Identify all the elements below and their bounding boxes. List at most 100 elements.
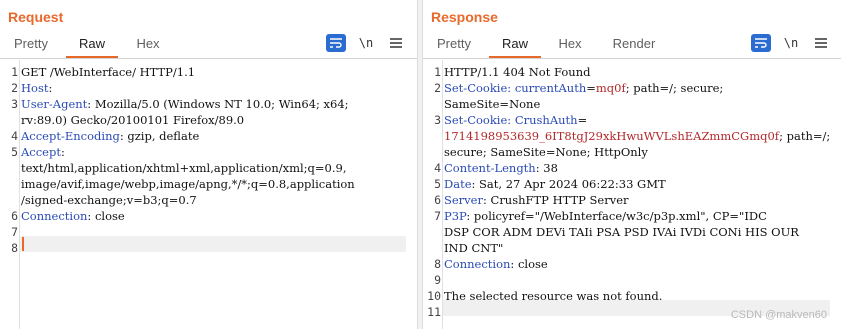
response-menu-button[interactable] [811, 34, 831, 52]
response-line-number: 2 [434, 81, 441, 95]
response-toolbar: \n [751, 34, 833, 52]
hamburger-icon [815, 38, 827, 48]
cookie-value: 1714198953639_6IT8tgJ29xkHwuWVLshEAZmmCG… [444, 129, 780, 143]
hamburger-icon [390, 38, 402, 48]
response-line-text: HTTP/1.1 404 Not Found [444, 64, 829, 80]
response-line: 2 Set-Cookie: currentAuth=mq0f; path=/; s… [423, 80, 829, 96]
header-value: image/avif,image/webp,image/apng,*/*;q=0… [21, 177, 355, 191]
header-value: SameSite=None [444, 97, 541, 111]
response-line-text: Server: CrushFTP HTTP Server [444, 192, 829, 208]
response-line-number: 10 [427, 289, 441, 303]
request-line: image/avif,image/webp,image/apng,*/*;q=0… [0, 176, 405, 192]
response-line-number: 6 [434, 193, 441, 207]
response-line-text: Set-Cookie: CrushAuth= [444, 112, 829, 128]
response-editor[interactable]: 1 HTTP/1.1 404 Not Found 2 Set-Cookie: curr… [423, 60, 841, 329]
word-wrap-button[interactable] [751, 34, 771, 52]
request-line-number: 5 [11, 145, 18, 159]
wrap-icon [755, 38, 767, 48]
header-value: DSP COR ADM DEVi TAIi PSA PSD IVAi IVDi … [444, 225, 799, 239]
response-line: 10 The selected resource was not found. [423, 288, 829, 304]
request-editor[interactable]: 1 GET /WebInterface/ HTTP/1.1 2 Host: 3 User-… [0, 60, 417, 329]
header-value: : policyref="/WebInterface/w3c/p3p.xml",… [466, 209, 767, 223]
cookie-name: : CrushAuth [507, 113, 578, 127]
response-line-text: 1714198953639_6IT8tgJ29xkHwuWVLshEAZmmCG… [444, 128, 829, 144]
request-toolbar: \n [326, 34, 406, 52]
header-value: : [48, 81, 53, 95]
response-tab-render[interactable]: Render [603, 33, 665, 58]
response-line-number: 5 [434, 177, 441, 191]
response-line-number: 11 [427, 305, 441, 319]
request-tab-hex[interactable]: Hex [126, 33, 170, 58]
request-line: 2 Host: [0, 80, 405, 96]
header-value: text/html,application/xhtml+xml,applicat… [21, 161, 347, 175]
request-line-text: Connection: close [21, 208, 405, 224]
header-value: : gzip, deflate [119, 129, 200, 143]
response-line: 3 Set-Cookie: CrushAuth= [423, 112, 829, 128]
request-line-number: 7 [11, 225, 18, 239]
response-tab-pretty[interactable]: Pretty [429, 33, 479, 58]
header-name: Content-Length [444, 161, 536, 175]
header-name: Set-Cookie [444, 113, 508, 127]
request-line-text: Accept: [21, 144, 405, 160]
response-line: 5 Date: Sat, 27 Apr 2024 06:22:33 GMT [423, 176, 829, 192]
request-line: 6 Connection: close [0, 208, 405, 224]
response-line-text: Date: Sat, 27 Apr 2024 06:22:33 GMT [444, 176, 829, 192]
request-line: 4 Accept-Encoding: gzip, deflate [0, 128, 405, 144]
request-line-number: 3 [11, 97, 18, 111]
cookie-value: mq0f [595, 81, 626, 95]
show-newlines-button[interactable]: \n [781, 34, 801, 52]
response-tab-divider [423, 58, 841, 59]
response-line-text: IND CNT" [444, 240, 829, 256]
header-value: /signed-exchange;v=b3;q=0.7 [21, 193, 197, 207]
header-value: : 38 [535, 161, 558, 175]
response-tab-hex[interactable]: Hex [549, 33, 591, 58]
header-value: : [60, 145, 65, 159]
request-line-text: rv:89.0) Gecko/20100101 Firefox/89.0 [21, 112, 405, 128]
header-value: The selected resource was not found. [444, 289, 663, 303]
response-pane: Response Pretty Raw Hex Render \n 1 HTTP/… [423, 0, 841, 329]
header-value: : close [87, 209, 125, 223]
header-value: secure; SameSite=None; HttpOnly [444, 145, 648, 159]
request-title: Request [8, 9, 64, 25]
request-line-number: 4 [11, 129, 18, 143]
request-line-number: 8 [11, 241, 18, 255]
header-name: Accept [21, 145, 61, 159]
header-value: : close [510, 257, 548, 271]
request-menu-button[interactable] [386, 34, 406, 52]
header-name: Host [21, 81, 49, 95]
request-line-text: image/avif,image/webp,image/apng,*/*;q=0… [21, 176, 405, 192]
request-pane: Request Pretty Raw Hex \n 1 GET /WebInter… [0, 0, 417, 329]
header-name: P3P [444, 209, 467, 223]
header-value: : Mozilla/5.0 (Windows NT 10.0; Win64; x… [87, 97, 349, 111]
request-line: /signed-exchange;v=b3;q=0.7 [0, 192, 405, 208]
cookie-equals: = [577, 113, 588, 127]
response-line: 8 Connection: close [423, 256, 829, 272]
response-tab-raw[interactable]: Raw [489, 33, 541, 58]
header-name: Accept-Encoding [21, 129, 120, 143]
response-line-number: 4 [434, 161, 441, 175]
header-value: ; path=/; [779, 129, 829, 143]
response-line-text: P3P: policyref="/WebInterface/w3c/p3p.xm… [444, 208, 829, 224]
response-line-text: SameSite=None [444, 96, 829, 112]
header-name: Connection [21, 209, 88, 223]
response-line: 7 P3P: policyref="/WebInterface/w3c/p3p.x… [423, 208, 829, 224]
response-line-text: secure; SameSite=None; HttpOnly [444, 144, 829, 160]
header-value: HTTP/1.1 404 Not Found [444, 65, 591, 79]
header-name: Date [444, 177, 472, 191]
request-tab-pretty[interactable]: Pretty [6, 33, 56, 58]
response-line: IND CNT" [423, 240, 829, 256]
header-name: Server [444, 193, 483, 207]
header-value: IND CNT" [444, 241, 504, 255]
request-line-number: 2 [11, 81, 18, 95]
response-line: DSP COR ADM DEVi TAIi PSA PSD IVAi IVDi … [423, 224, 829, 240]
word-wrap-button[interactable] [326, 34, 346, 52]
show-newlines-button[interactable]: \n [356, 34, 376, 52]
response-line-text: Content-Length: 38 [444, 160, 829, 176]
response-line-number: 1 [434, 65, 441, 79]
response-line: SameSite=None [423, 96, 829, 112]
request-line: 7 [0, 224, 405, 240]
response-line-text: Connection: close [444, 256, 829, 272]
request-tab-raw[interactable]: Raw [66, 33, 118, 58]
response-line-text: Set-Cookie: currentAuth=mq0f; path=/; se… [444, 80, 829, 96]
request-line: 3 User-Agent: Mozilla/5.0 (Windows NT 10.… [0, 96, 405, 112]
